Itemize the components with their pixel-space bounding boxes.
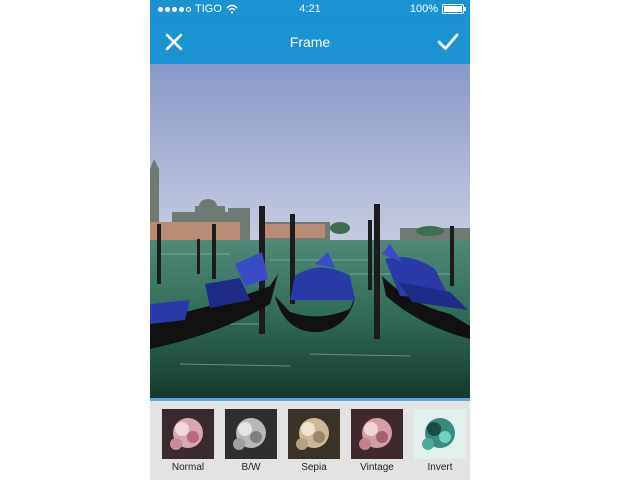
filter-vintage[interactable]: Vintage xyxy=(351,409,403,473)
filter-sepia-label: Sepia xyxy=(301,462,327,473)
status-bar: TIGO 4:21 100% xyxy=(150,0,470,20)
filter-sepia[interactable]: Sepia xyxy=(288,409,340,473)
phone-screen: TIGO 4:21 100% Frame Normal B/W Sepia Vi… xyxy=(150,0,470,480)
navigation-bar: Frame xyxy=(150,20,470,64)
filter-invert-thumbnail xyxy=(414,409,466,459)
filter-vintage-label: Vintage xyxy=(360,462,394,473)
done-button[interactable] xyxy=(436,30,460,54)
filter-normal-thumbnail xyxy=(162,409,214,459)
filter-normal[interactable]: Normal xyxy=(162,409,214,473)
filter-list: Normal B/W Sepia Vintage Invert xyxy=(162,409,466,473)
filter-bw-label: B/W xyxy=(241,462,261,473)
page-title: Frame xyxy=(289,34,331,50)
filter-bar: Normal B/W Sepia Vintage Invert xyxy=(150,398,470,480)
filter-invert-label: Invert xyxy=(427,462,453,473)
venice-gondola-photo xyxy=(150,64,470,398)
photo-preview[interactable] xyxy=(150,64,470,398)
filter-bw-thumbnail xyxy=(225,409,277,459)
status-right: 100% xyxy=(409,3,466,15)
filter-normal-label: Normal xyxy=(171,462,205,473)
filter-sepia-thumbnail xyxy=(288,409,340,459)
filter-invert[interactable]: Invert xyxy=(414,409,466,473)
checkmark-icon xyxy=(437,33,459,50)
filter-bw[interactable]: B/W xyxy=(225,409,277,473)
filter-vintage-thumbnail xyxy=(351,409,403,459)
battery-percentage: 100% xyxy=(409,3,438,15)
battery-icon xyxy=(442,4,466,14)
